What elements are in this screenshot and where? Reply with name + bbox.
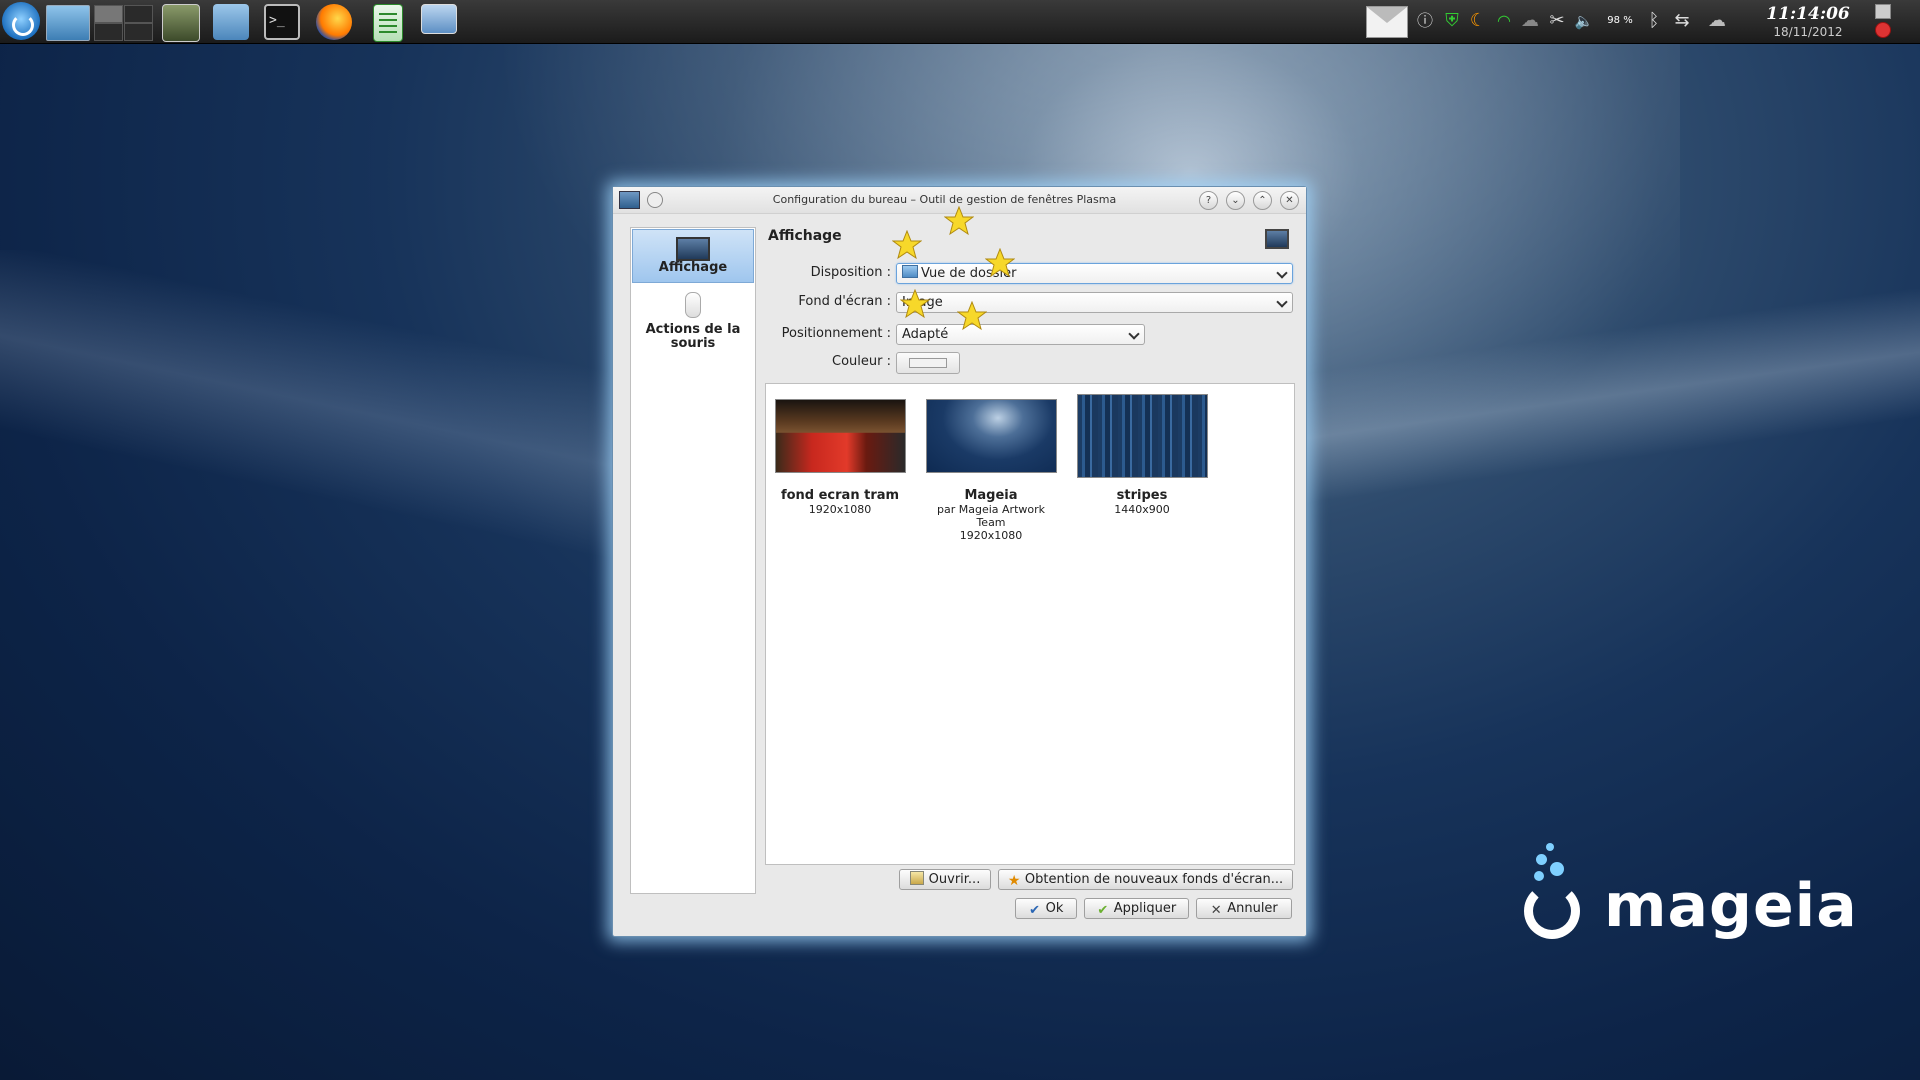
cancel-x-icon: ✕ (1210, 903, 1222, 918)
apply-check-icon: ✔ (1097, 903, 1109, 918)
session-controls[interactable] (1875, 4, 1891, 38)
window-title: Configuration du bureau – Outil de gesti… (772, 193, 1117, 206)
chevron-down-icon (1276, 267, 1288, 279)
usb-icon[interactable]: ⇆ (1669, 6, 1695, 36)
disposition-select[interactable]: Vue de dossier (896, 263, 1293, 284)
wallpaper-item[interactable]: fond ecran tram 1920x1080 (773, 399, 907, 516)
wallpaper-item[interactable]: stripes 1440x900 (1075, 394, 1209, 516)
wallpaper-size: 1920x1080 (808, 503, 872, 516)
wallpaper-name: stripes (1116, 488, 1168, 503)
open-file-icon (909, 871, 924, 885)
positionnement-label: Positionnement : (781, 326, 891, 341)
folder-icon (902, 265, 918, 278)
monitor-icon (676, 237, 710, 261)
open-button-label: Ouvrir... (928, 872, 981, 887)
top-panel: >_ ⓘ ⛨ ☾ ◠ ☁ ✂ 🔈 98 % ᛒ ⇆ ☁ 11:14:06 18/… (0, 0, 1920, 44)
couleur-label: Couleur : (832, 354, 891, 369)
apply-label: Appliquer (1113, 901, 1177, 916)
weather-icon[interactable]: ☾ (1465, 6, 1491, 36)
window-titlebar[interactable]: Configuration du bureau – Outil de gesti… (613, 187, 1306, 214)
mail-icon[interactable] (1366, 6, 1408, 38)
settings-sidebar: Affichage Actions de la souris (630, 227, 756, 894)
logo-bubble (1546, 843, 1554, 851)
cancel-button[interactable]: ✕ Annuler (1196, 898, 1292, 919)
get-new-label: Obtention de nouveaux fonds d'écran... (1024, 872, 1284, 887)
chevron-down-icon (1128, 328, 1140, 340)
wallpaper-size: 1440x900 (1114, 503, 1170, 516)
wallpaper-size: 1920x1080 (959, 529, 1023, 542)
positionnement-value: Adapté (902, 327, 949, 342)
klipper-icon[interactable]: ✂ (1544, 6, 1570, 36)
sidebar-item-affichage[interactable]: Affichage (632, 229, 754, 283)
wallpaper-thumbnail (1076, 394, 1208, 478)
power-icon[interactable] (1875, 22, 1891, 38)
wallpaper-item[interactable]: Mageia par Mageia Artwork Team 1920x1080 (924, 399, 1058, 542)
logo-wordmark: mageia (1604, 871, 1858, 941)
clock-time: 11:14:06 (1766, 4, 1850, 24)
cloud-icon[interactable]: ☁ (1700, 6, 1734, 36)
get-new-wallpapers-button[interactable]: ★ Obtention de nouveaux fonds d'écran... (998, 869, 1293, 890)
network-icon[interactable]: ☁ (1517, 6, 1543, 36)
sidebar-item-mouse-actions[interactable]: Actions de la souris (632, 292, 754, 358)
volume-icon[interactable]: 🔈 (1571, 6, 1597, 36)
mageia-logo: mageia (1516, 843, 1896, 963)
lock-icon[interactable] (1875, 4, 1891, 19)
monitor-icon (1265, 229, 1289, 249)
wallpaper-author: par Mageia Artwork Team (937, 503, 1045, 529)
spreadsheet-icon[interactable] (373, 4, 403, 42)
cancel-label: Annuler (1227, 901, 1278, 916)
open-button[interactable]: Ouvrir... (899, 869, 991, 890)
display-settings-icon[interactable] (421, 4, 457, 34)
star-icon: ★ (1007, 873, 1021, 889)
terminal-icon[interactable]: >_ (264, 4, 300, 40)
pager-icon[interactable] (94, 5, 153, 41)
pin-icon[interactable] (647, 192, 663, 208)
chevron-down-icon (1276, 296, 1288, 308)
minimize-button[interactable]: ⌄ (1226, 191, 1245, 210)
sidebar-item-label: Actions de la souris (645, 322, 741, 351)
logo-bubble (1536, 854, 1547, 865)
logo-bubble (1550, 862, 1564, 876)
wallpaper-thumbnail (925, 399, 1057, 473)
section-title: Affichage (768, 228, 842, 244)
firefox-icon[interactable] (316, 4, 352, 40)
desktop-preview-icon[interactable] (46, 5, 90, 41)
ok-button[interactable]: ✔ Ok (1015, 898, 1077, 919)
positionnement-select[interactable]: Adapté (896, 324, 1145, 345)
bluetooth-icon[interactable]: ᛒ (1641, 6, 1667, 36)
wallpaper-gallery: fond ecran tram 1920x1080 Mageia par Mag… (765, 383, 1295, 865)
wallpaper-type-value: Image (902, 295, 943, 310)
wifi-icon[interactable]: ◠ (1491, 6, 1517, 36)
sidebar-item-label: Affichage (658, 260, 728, 275)
disposition-label: Disposition : (810, 265, 891, 280)
info-icon[interactable]: ⓘ (1412, 6, 1438, 36)
logo-bubble (1534, 871, 1544, 881)
clock[interactable]: 11:14:06 18/11/2012 (1738, 4, 1878, 39)
apply-button[interactable]: ✔ Appliquer (1084, 898, 1189, 919)
window-app-icon[interactable] (619, 191, 640, 209)
fond-label: Fond d'écran : (798, 294, 891, 309)
wallpaper-type-select[interactable]: Image (896, 292, 1293, 313)
clock-date: 18/11/2012 (1773, 25, 1843, 39)
desktop-settings-window: Configuration du bureau – Outil de gesti… (612, 186, 1307, 937)
check-icon: ✔ (1029, 903, 1041, 918)
wallpaper-name: Mageia (964, 488, 1018, 503)
mouse-icon (685, 292, 701, 318)
home-folder-icon[interactable] (213, 4, 249, 40)
system-settings-icon[interactable] (162, 4, 200, 42)
maximize-button[interactable]: ⌃ (1253, 191, 1272, 210)
update-shield-icon[interactable]: ⛨ (1439, 6, 1465, 36)
battery-icon[interactable]: 98 % (1604, 6, 1636, 36)
logo-cauldron (1524, 883, 1580, 939)
ok-label: Ok (1045, 901, 1064, 916)
wallpaper-thumbnail (774, 399, 906, 473)
disposition-value: Vue de dossier (921, 266, 1017, 281)
color-picker-button[interactable] (896, 352, 960, 374)
help-button[interactable]: ? (1199, 191, 1218, 210)
wallpaper-name: fond ecran tram (780, 488, 900, 503)
mageia-launcher-icon[interactable] (2, 2, 40, 40)
close-button[interactable]: ✕ (1280, 191, 1299, 210)
color-swatch (909, 358, 947, 368)
